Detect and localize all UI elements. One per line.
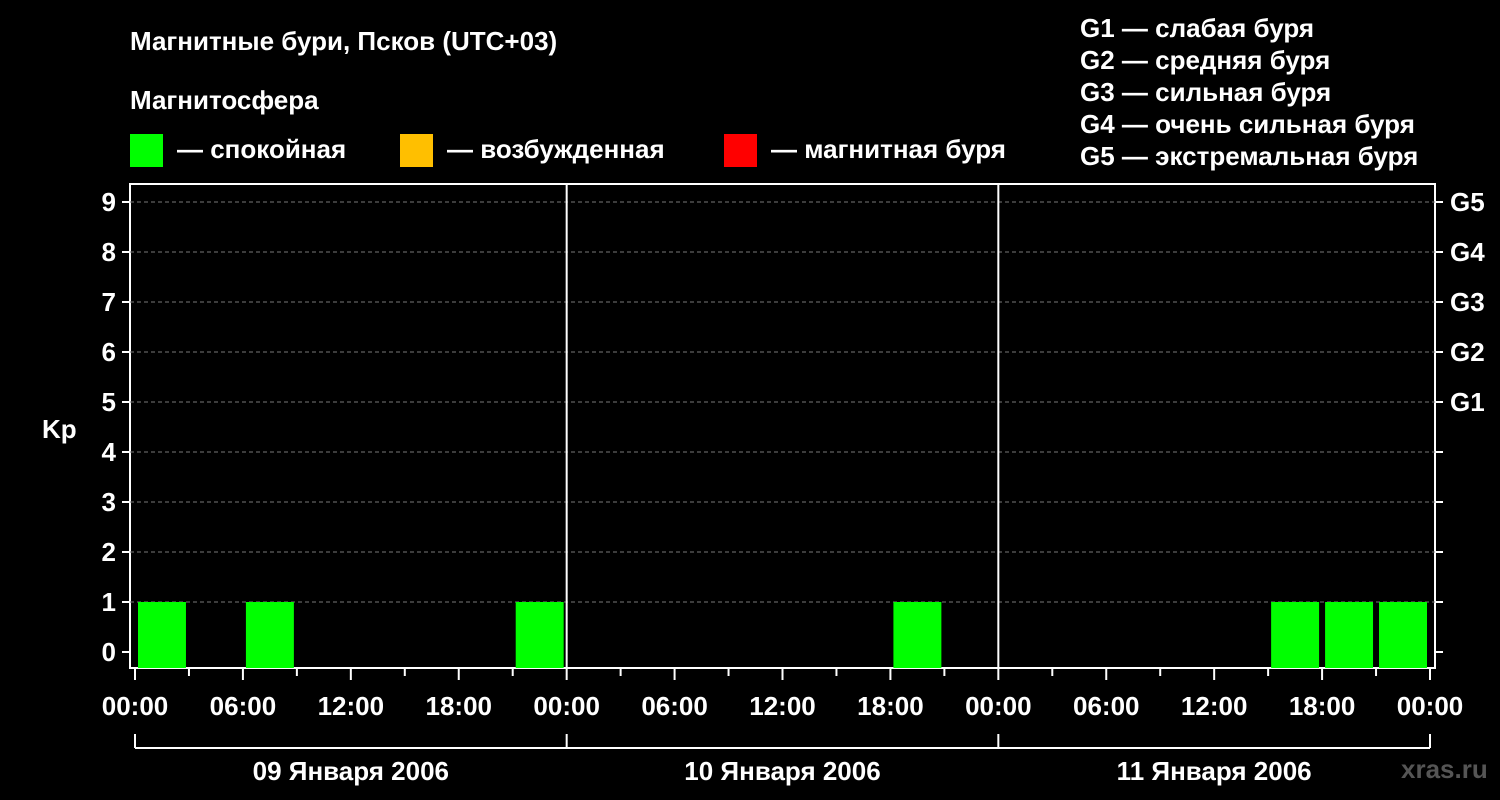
x-tick-label: 12:00 <box>749 691 816 721</box>
legend-label-excited: — возбужденная <box>447 134 665 164</box>
right-axis-label-g5: G5 <box>1450 187 1485 217</box>
y-tick-label: 6 <box>102 337 116 367</box>
day-label: 10 Января 2006 <box>684 756 880 786</box>
y-tick-label: 1 <box>102 587 116 617</box>
storm-scale-g3: G3 — сильная буря <box>1080 77 1331 107</box>
kp-bar <box>1325 602 1374 668</box>
x-tick-label: 06:00 <box>210 691 277 721</box>
x-tick-label: 06:00 <box>641 691 708 721</box>
y-tick-label: 9 <box>102 187 116 217</box>
right-axis-label-g1: G1 <box>1450 387 1485 417</box>
y-tick-label: 7 <box>102 287 116 317</box>
right-axis-label-g4: G4 <box>1450 237 1485 267</box>
plot-area: 0 1 2 3 4 5 6 7 8 9 G1 G2 G3 G4 G5 00:00 06:00 12:00 18:00… <box>102 183 1485 786</box>
y-tick-label: 0 <box>102 637 116 667</box>
y-tick-label: 3 <box>102 487 116 517</box>
day-label: 11 Января 2006 <box>1117 756 1312 786</box>
kp-bar <box>893 602 942 668</box>
x-tick-label: 06:00 <box>1073 691 1140 721</box>
x-tick-label: 00:00 <box>533 691 600 721</box>
plot-frame <box>129 183 1436 669</box>
storm-scale-g4: G4 — очень сильная буря <box>1080 109 1415 139</box>
x-tick-label: 00:00 <box>102 691 169 721</box>
kp-chart: Магнитные бури, Псков (UTC+03) Магнитосф… <box>42 13 1488 786</box>
legend-swatch-calm <box>130 134 163 167</box>
x-tick-label: 00:00 <box>1397 691 1464 721</box>
kp-bar <box>138 602 186 668</box>
x-tick-label: 18:00 <box>426 691 493 721</box>
legend-swatch-excited <box>400 134 433 167</box>
right-axis-label-g3: G3 <box>1450 287 1485 317</box>
storm-scale-g1: G1 — слабая буря <box>1080 13 1314 43</box>
legend-label-calm: — спокойная <box>177 134 346 164</box>
x-tick-label: 00:00 <box>965 691 1032 721</box>
legend-swatch-storm <box>724 134 757 167</box>
magnetosphere-heading: Магнитосфера <box>130 85 319 115</box>
y-tick-label: 8 <box>102 237 116 267</box>
x-tick-label: 12:00 <box>1181 691 1248 721</box>
legend-label-storm: — магнитная буря <box>771 134 1006 164</box>
chart-title: Магнитные бури, Псков (UTC+03) <box>130 26 557 56</box>
x-tick-label: 18:00 <box>857 691 924 721</box>
x-tick-label: 12:00 <box>318 691 385 721</box>
kp-bar <box>515 602 564 668</box>
y-tick-label: 4 <box>102 437 117 467</box>
y-tick-label: 5 <box>102 387 116 417</box>
kp-bar <box>1271 602 1320 668</box>
watermark: xras.ru <box>1401 754 1488 784</box>
right-axis-label-g2: G2 <box>1450 337 1485 367</box>
kp-bar <box>245 602 294 668</box>
x-tick-label: 18:00 <box>1289 691 1356 721</box>
storm-scale-g5: G5 — экстремальная буря <box>1080 141 1418 171</box>
y-tick-label: 2 <box>102 537 116 567</box>
kp-bar <box>1379 602 1427 668</box>
storm-scale-g2: G2 — средняя буря <box>1080 45 1330 75</box>
y-axis-label: Kp <box>42 414 77 444</box>
day-label: 09 Января 2006 <box>253 756 449 786</box>
